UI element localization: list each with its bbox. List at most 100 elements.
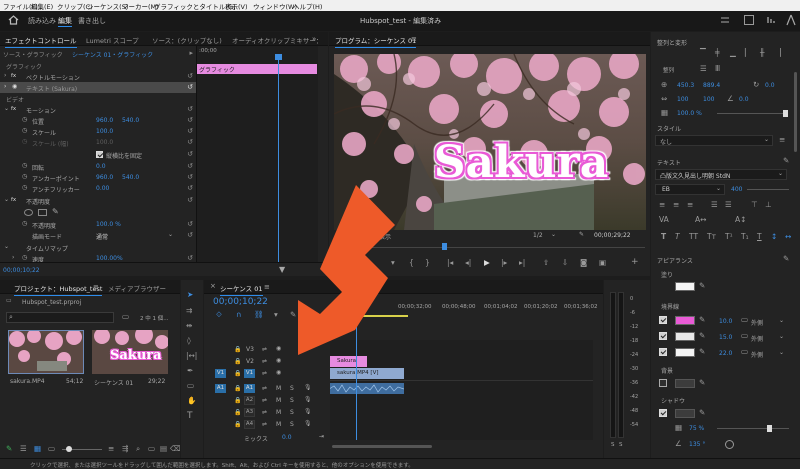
text-vmiddle-icon[interactable]: ⊥	[765, 200, 772, 210]
menu-graphics[interactable]: グラフィックとタイトル(G)	[154, 1, 235, 11]
sequence-thumbnail[interactable]: Sakura	[92, 330, 168, 374]
stroke-2-checkbox[interactable]	[659, 332, 667, 340]
stroke-1-color-swatch[interactable]	[675, 316, 695, 325]
align-middle-icon[interactable]: ╪	[715, 48, 720, 58]
meter-solo-left[interactable]: S	[611, 442, 615, 448]
small-caps-icon[interactable]: Tт	[707, 232, 716, 242]
fx-icon[interactable]: fx	[11, 106, 16, 112]
progress-icon[interactable]	[766, 15, 776, 25]
opacity-value[interactable]: 100.0 %	[96, 221, 121, 228]
automate-icon[interactable]: ⇶	[122, 444, 128, 454]
collapse-icon[interactable]: ⌄	[4, 105, 9, 112]
audio-clip[interactable]	[330, 383, 404, 394]
fill-color-swatch[interactable]	[675, 282, 695, 291]
background-checkbox[interactable]	[659, 379, 667, 387]
tab-effect-controls[interactable]: エフェクトコントロール	[5, 35, 77, 48]
eg-opacity[interactable]: 100.0 %	[677, 110, 702, 117]
title-clip[interactable]: Sakura	[330, 356, 367, 367]
background-color-swatch[interactable]	[675, 379, 695, 388]
shadow-angle[interactable]: 135 °	[689, 441, 705, 448]
mute-button[interactable]: M	[276, 409, 281, 416]
fx-icon[interactable]: fx	[11, 197, 16, 203]
camera-icon[interactable]: ◙	[580, 258, 587, 268]
chevron-down-icon[interactable]: ⌄	[551, 231, 556, 238]
eg-scale-w[interactable]: 100	[677, 96, 688, 103]
speed-value[interactable]: 100.00%	[96, 255, 123, 262]
out-point-icon[interactable]: }	[425, 258, 430, 268]
stroke-2-color-swatch[interactable]	[675, 332, 695, 341]
solo-button[interactable]: S	[290, 409, 294, 416]
superscript-icon[interactable]: T¹	[725, 232, 733, 242]
snap-icon[interactable]: ∩	[236, 310, 242, 320]
leading-icon[interactable]: A↕	[735, 215, 746, 225]
stroke-3-color-swatch[interactable]	[675, 348, 695, 357]
new-bin-icon[interactable]: ▭	[122, 312, 129, 322]
chevron-down-icon[interactable]: ⌄	[168, 231, 173, 238]
insert-sequence-icon[interactable]: ⟐	[216, 310, 222, 320]
track-a4-label[interactable]: A4	[244, 420, 255, 429]
subscript-icon[interactable]: T₁	[741, 232, 749, 242]
eg-position-y[interactable]: 889.4	[703, 82, 720, 89]
fx-icon[interactable]: fx	[11, 73, 16, 79]
text-align-center-icon[interactable]: ≡	[673, 200, 679, 210]
step-forward-icon[interactable]: |▸	[501, 258, 507, 268]
sync-lock-icon[interactable]: ⇌	[262, 409, 267, 416]
sync-lock-icon[interactable]: ⇌	[262, 370, 267, 377]
reset-icon[interactable]: ↺	[187, 173, 193, 181]
lock-icon[interactable]: 🔒	[234, 409, 241, 416]
solo-button[interactable]: S	[290, 421, 294, 428]
rectangle-mask-icon[interactable]	[38, 209, 47, 216]
eyedropper-icon[interactable]: ✎	[699, 408, 705, 418]
stopwatch-icon[interactable]: ◷	[22, 184, 27, 191]
track-a2-label[interactable]: A2	[244, 396, 255, 405]
graphic-clip-bar[interactable]: グラフィック	[197, 64, 317, 74]
sync-lock-icon[interactable]: ⇌	[262, 385, 267, 392]
shadow-opacity[interactable]: 75 %	[689, 425, 704, 432]
font-style-dropdown[interactable]: EB ⌄	[655, 184, 725, 195]
track-v1-label[interactable]: V1	[244, 369, 255, 378]
anchor-y-value[interactable]: 540.0	[122, 174, 139, 181]
menu-view[interactable]: 表示(V)	[225, 1, 248, 11]
text-direction-icon[interactable]: ↕	[771, 232, 777, 242]
shadow-opacity-slider[interactable]	[717, 428, 789, 429]
new-bin-icon[interactable]: ▭	[148, 444, 155, 454]
eg-rotation[interactable]: 0.0	[765, 82, 775, 89]
shadow-color-swatch[interactable]	[675, 409, 695, 418]
all-caps-icon[interactable]: TT	[689, 232, 698, 242]
type-tool-icon[interactable]: T	[187, 411, 193, 421]
stopwatch-icon[interactable]: ◷	[22, 162, 27, 169]
sync-lock-icon[interactable]: ⇌	[262, 346, 267, 353]
text-layer-row[interactable]: › ◉ テキスト (Sakura) ↺	[0, 82, 196, 93]
anchor-row[interactable]: ◷ アンカーポイント 960.0 540.0 ↺	[0, 172, 196, 183]
antiflicker-row[interactable]: ◷ アンチフリッカー 0.00 ↺	[0, 183, 196, 194]
expand-icon[interactable]: ›	[12, 254, 14, 261]
close-icon[interactable]: ×	[210, 282, 216, 290]
uniform-scale-row[interactable]: 縦横比を固定 ↺	[0, 149, 196, 160]
reset-icon[interactable]: ↺	[187, 231, 193, 239]
trash-icon[interactable]: ⌫	[170, 444, 180, 454]
stroke-2-width[interactable]: 15.0	[719, 334, 732, 341]
ripple-edit-tool-icon[interactable]: ⇹	[186, 321, 192, 331]
lock-icon[interactable]: 🔒	[234, 385, 241, 392]
rectangle-tool-icon[interactable]: ▭	[187, 381, 194, 391]
motion-row[interactable]: ⌄ fx モーション ↺	[0, 104, 196, 115]
solo-button[interactable]: S	[290, 397, 294, 404]
chevron-down-icon[interactable]: ⌄	[779, 333, 784, 340]
stroke-3-type[interactable]: 外側	[751, 350, 763, 359]
reset-icon[interactable]: ↺	[187, 127, 193, 135]
hand-tool-icon[interactable]: ✋	[187, 396, 196, 406]
position-y-value[interactable]: 540.0	[122, 117, 139, 124]
eyedropper-icon[interactable]: ✎	[699, 315, 705, 325]
position-x-value[interactable]: 960.0	[96, 117, 113, 124]
comparison-icon[interactable]: ▣	[599, 258, 606, 268]
stopwatch-icon[interactable]: ◷	[22, 116, 27, 123]
align-top-icon[interactable]: ▔	[700, 48, 706, 58]
expand-icon[interactable]: ›	[4, 83, 6, 90]
panel-menu-icon[interactable]: ≡	[264, 283, 270, 291]
text-orientation-icon[interactable]: ↔	[785, 232, 791, 242]
reset-icon[interactable]: ↺	[187, 83, 193, 91]
reset-icon[interactable]: ↺	[187, 116, 193, 124]
sync-lock-icon[interactable]: ⇌	[262, 397, 267, 404]
scale-row[interactable]: ◷ スケール 100.0 ↺	[0, 126, 196, 137]
text-align-right-icon[interactable]: ≡	[687, 200, 693, 210]
